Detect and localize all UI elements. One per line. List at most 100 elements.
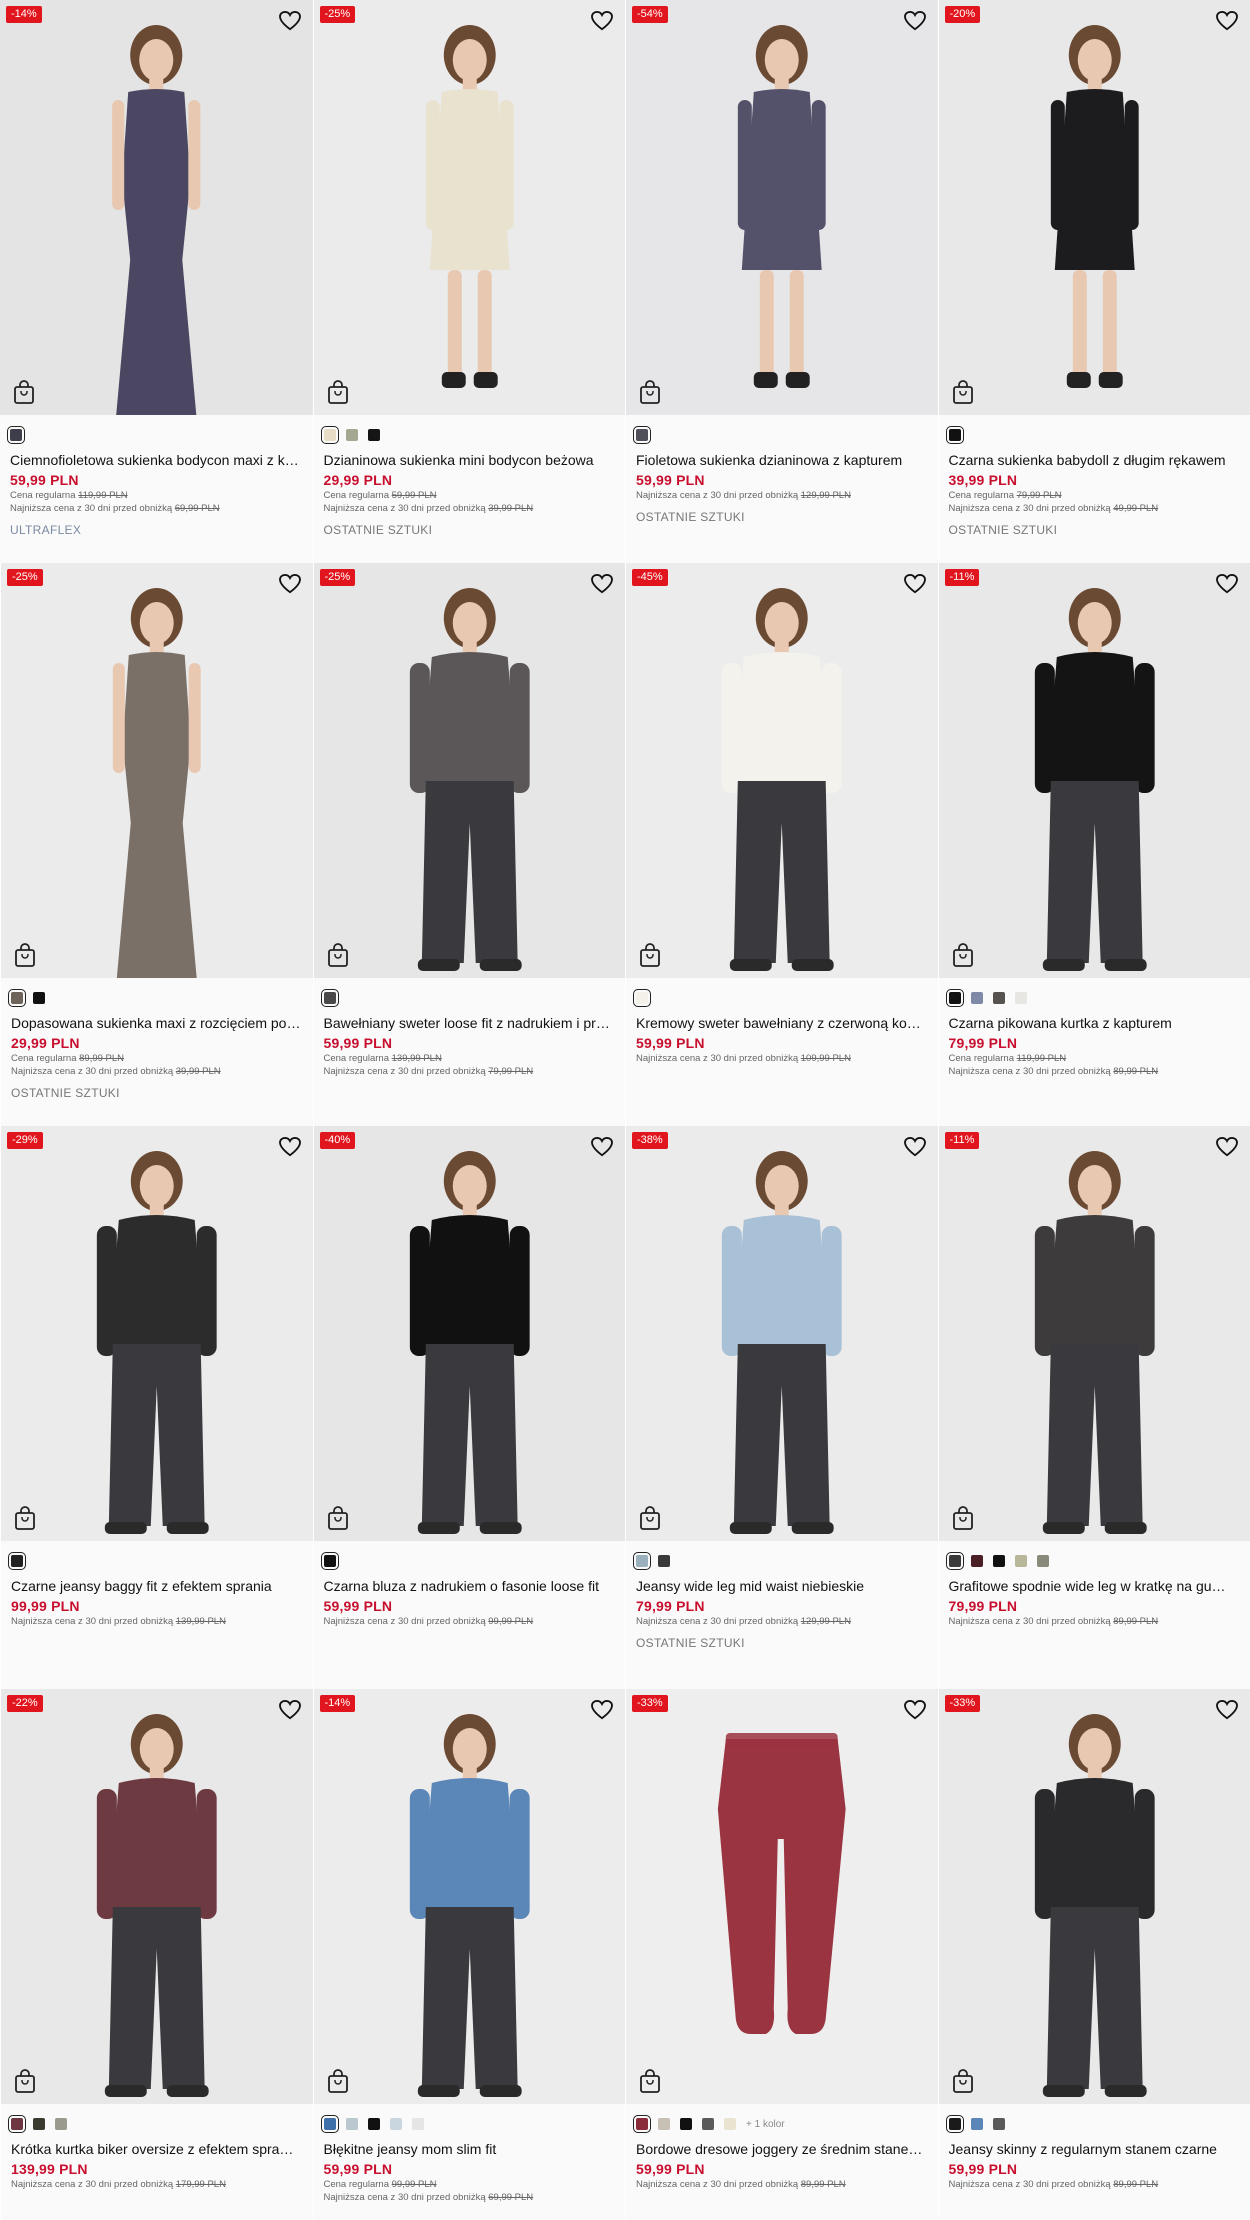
color-swatch[interactable]: [55, 2118, 67, 2130]
add-to-bag-icon[interactable]: [638, 942, 662, 968]
product-photo[interactable]: -54%: [626, 0, 938, 415]
product-photo[interactable]: -33%: [938, 1689, 1250, 2104]
color-swatch[interactable]: [945, 426, 964, 444]
product-photo[interactable]: -25%: [1, 563, 313, 978]
color-swatch[interactable]: [345, 429, 358, 441]
product-card[interactable]: -40% Czarna bluza z nadrukiem o fasonie …: [312, 1126, 625, 1689]
product-photo[interactable]: -25%: [313, 0, 625, 415]
product-photo[interactable]: -25%: [313, 563, 625, 978]
color-swatch[interactable]: [320, 1552, 339, 1570]
color-swatch[interactable]: [680, 2118, 692, 2130]
heart-icon[interactable]: [903, 11, 926, 31]
heart-icon[interactable]: [903, 1137, 926, 1157]
color-swatch[interactable]: [320, 2115, 339, 2133]
product-photo[interactable]: -29%: [1, 1126, 313, 1541]
color-swatch[interactable]: [945, 989, 964, 1007]
color-swatch[interactable]: [320, 989, 339, 1007]
color-swatch[interactable]: [8, 989, 26, 1007]
product-card[interactable]: -11% Czarna pikowana kurtka z kapturem 7…: [937, 563, 1250, 1126]
product-card[interactable]: -54% Fioletowa sukienka dzianinowa z kap…: [625, 0, 938, 563]
product-photo[interactable]: -11%: [938, 563, 1250, 978]
add-to-bag-icon[interactable]: [951, 1505, 975, 1531]
color-swatch[interactable]: [724, 2118, 736, 2130]
product-photo[interactable]: -14%: [0, 0, 313, 415]
heart-icon[interactable]: [903, 1700, 926, 1720]
color-swatch[interactable]: [8, 1552, 26, 1570]
product-name[interactable]: Czarne jeansy baggy fit z efektem sprani…: [11, 1577, 303, 1595]
heart-icon[interactable]: [903, 574, 926, 594]
heart-icon[interactable]: [1216, 1700, 1238, 1720]
heart-icon[interactable]: [591, 1137, 613, 1157]
add-to-bag-icon[interactable]: [326, 379, 350, 405]
product-photo[interactable]: -22%: [1, 1689, 313, 2104]
product-name[interactable]: Bawełniany sweter loose fit z nadrukiem …: [324, 1014, 616, 1032]
color-swatch[interactable]: [345, 2118, 358, 2130]
product-photo[interactable]: -14%: [313, 1689, 625, 2104]
add-to-bag-icon[interactable]: [951, 379, 975, 405]
color-swatch[interactable]: [411, 2118, 424, 2130]
more-colors-label[interactable]: + 1 kolor: [746, 2119, 785, 2130]
product-card[interactable]: -25% Dopasowana sukienka maxi z rozcięci…: [0, 563, 313, 1126]
heart-icon[interactable]: [1216, 574, 1238, 594]
product-photo[interactable]: -11%: [938, 1126, 1250, 1541]
color-swatch[interactable]: [945, 1552, 964, 1570]
product-card[interactable]: -14% Ciemnofioletowa sukienka bodycon ma…: [0, 0, 313, 563]
color-swatch[interactable]: [367, 429, 380, 441]
add-to-bag-icon[interactable]: [638, 379, 662, 405]
product-name[interactable]: Czarna pikowana kurtka z kapturem: [949, 1014, 1241, 1032]
product-photo[interactable]: -20%: [938, 0, 1250, 415]
heart-icon[interactable]: [278, 574, 301, 594]
product-name[interactable]: Ciemnofioletowa sukienka bodycon maxi z …: [10, 451, 303, 469]
product-name[interactable]: Czarna bluza z nadrukiem o fasonie loose…: [324, 1577, 616, 1595]
color-swatch[interactable]: [7, 426, 25, 444]
color-swatch[interactable]: [970, 2118, 983, 2130]
color-swatch[interactable]: [970, 992, 983, 1004]
color-swatch[interactable]: [992, 2118, 1005, 2130]
product-name[interactable]: Czarna sukienka babydoll z długim rękawe…: [949, 451, 1241, 469]
add-to-bag-icon[interactable]: [638, 1505, 662, 1531]
product-card[interactable]: -14% Błękitne jeansy mom slim fit 59,99 …: [312, 1689, 625, 2220]
add-to-bag-icon[interactable]: [638, 2068, 662, 2094]
heart-icon[interactable]: [1216, 1137, 1238, 1157]
product-card[interactable]: -33% + 1 kolor Bordowe dresowe joggery z…: [625, 1689, 938, 2220]
product-card[interactable]: -33% Jeansy skinny z regularnym stanem c…: [937, 1689, 1250, 2220]
add-to-bag-icon[interactable]: [13, 1505, 37, 1531]
add-to-bag-icon[interactable]: [13, 2068, 37, 2094]
product-card[interactable]: -38% Jeansy wide leg mid waist niebieski…: [625, 1126, 938, 1689]
product-name[interactable]: Grafitowe spodnie wide leg w kratkę na g…: [949, 1577, 1241, 1595]
color-swatch[interactable]: [992, 1555, 1005, 1567]
add-to-bag-icon[interactable]: [13, 942, 37, 968]
color-swatch[interactable]: [992, 992, 1005, 1004]
color-swatch[interactable]: [633, 426, 651, 444]
color-swatch[interactable]: [33, 992, 45, 1004]
heart-icon[interactable]: [591, 1700, 613, 1720]
add-to-bag-icon[interactable]: [326, 942, 350, 968]
product-card[interactable]: -20% Czarna sukienka babydoll z długim r…: [937, 0, 1250, 563]
product-name[interactable]: Bordowe dresowe joggery ze średnim stane…: [636, 2140, 928, 2158]
product-card[interactable]: -22% Krótka kurtka biker oversize z efek…: [0, 1689, 313, 2220]
product-name[interactable]: Błękitne jeansy mom slim fit: [324, 2140, 616, 2158]
color-swatch[interactable]: [658, 2118, 670, 2130]
product-name[interactable]: Dopasowana sukienka maxi z rozcięciem po…: [11, 1014, 303, 1032]
color-swatch[interactable]: [658, 1555, 670, 1567]
product-photo[interactable]: -33%: [626, 1689, 938, 2104]
color-swatch[interactable]: [633, 2115, 651, 2133]
heart-icon[interactable]: [591, 574, 613, 594]
add-to-bag-icon[interactable]: [12, 379, 36, 405]
color-swatch[interactable]: [33, 2118, 45, 2130]
product-name[interactable]: Kremowy sweter bawełniany z czerwoną ko…: [636, 1014, 928, 1032]
product-card[interactable]: -11% Grafitowe spodnie wide leg w kratkę…: [937, 1126, 1250, 1689]
product-card[interactable]: -45% Kremowy sweter bawełniany z czerwon…: [625, 563, 938, 1126]
color-swatch[interactable]: [945, 2115, 964, 2133]
color-swatch[interactable]: [1014, 1555, 1027, 1567]
product-name[interactable]: Fioletowa sukienka dzianinowa z kapturem: [636, 451, 928, 469]
heart-icon[interactable]: [278, 1137, 301, 1157]
color-swatch[interactable]: [633, 989, 651, 1007]
add-to-bag-icon[interactable]: [951, 2068, 975, 2094]
add-to-bag-icon[interactable]: [326, 2068, 350, 2094]
color-swatch[interactable]: [702, 2118, 714, 2130]
product-card[interactable]: -25% Bawełniany sweter loose fit z nadru…: [312, 563, 625, 1126]
color-swatch[interactable]: [970, 1555, 983, 1567]
color-swatch[interactable]: [8, 2115, 26, 2133]
color-swatch[interactable]: [1036, 1555, 1049, 1567]
